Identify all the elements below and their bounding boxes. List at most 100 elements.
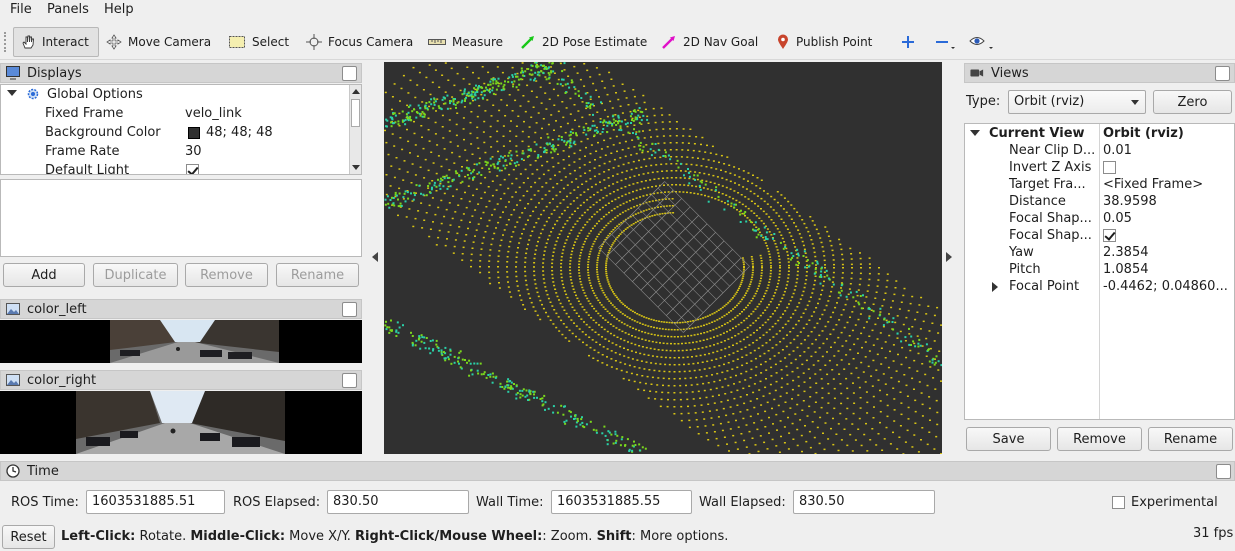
default-light-checkbox[interactable] (186, 164, 199, 174)
expand-arrow-icon[interactable] (7, 90, 17, 96)
property-value[interactable]: 38.9598 (1103, 194, 1157, 209)
duplicate-display-button[interactable]: Duplicate (93, 263, 178, 287)
property-value[interactable]: 48; 48; 48 (206, 125, 273, 140)
point (600, 304, 603, 306)
point (544, 194, 547, 196)
render-viewport[interactable] (384, 62, 942, 454)
remove-tool-button[interactable] (929, 27, 963, 57)
point (675, 170, 678, 172)
publish-point-button[interactable]: Publish Point (770, 27, 878, 57)
point (817, 360, 820, 362)
time-float-checkbox[interactable] (1216, 464, 1231, 479)
point (703, 353, 706, 356)
default-light-row[interactable]: Default Light (1, 161, 351, 174)
nav-goal-button[interactable]: 2D Nav Goal (655, 27, 764, 57)
focal-shape-checkbox[interactable] (1103, 229, 1116, 242)
property-value[interactable]: <Fixed Frame> (1103, 177, 1203, 192)
invert-z-checkbox[interactable] (1103, 161, 1116, 174)
add-display-button[interactable]: Add (3, 263, 85, 287)
fixed-frame-row[interactable]: Fixed Frame velo_link (1, 104, 351, 123)
property-value[interactable]: velo_link (185, 106, 242, 121)
menu-file[interactable]: File (10, 2, 32, 17)
expand-arrow-icon[interactable] (970, 130, 980, 136)
point (641, 330, 644, 333)
move-camera-button[interactable]: Move Camera (100, 27, 217, 57)
property-value[interactable]: 1.0854 (1103, 262, 1149, 277)
point (533, 270, 536, 272)
point (562, 323, 565, 325)
property-value[interactable]: 30 (185, 144, 202, 159)
rename-display-button[interactable]: Rename (276, 263, 359, 287)
point (920, 296, 923, 299)
property-value[interactable]: 0.01 (1103, 143, 1132, 158)
save-view-button[interactable]: Save (966, 427, 1051, 451)
point (429, 340, 432, 342)
point (740, 209, 742, 212)
color-left-float-checkbox[interactable] (342, 302, 357, 317)
point (447, 181, 450, 184)
views-float-checkbox[interactable] (1215, 66, 1230, 81)
measure-button[interactable]: Measure (422, 27, 509, 57)
point (633, 146, 636, 148)
point (647, 122, 650, 124)
point (705, 166, 708, 168)
focus-camera-button[interactable]: Focus Camera (300, 27, 419, 57)
frame-rate-row[interactable]: Frame Rate 30 (1, 142, 351, 161)
displays-float-checkbox[interactable] (342, 66, 357, 81)
point (903, 287, 906, 290)
displays-scrollbar[interactable] (349, 85, 361, 174)
experimental-checkbox[interactable] (1112, 496, 1125, 509)
wall-elapsed-field[interactable]: 830.50 (793, 490, 935, 514)
background-color-row[interactable]: Background Color 48; 48; 48 (1, 123, 351, 142)
color-swatch[interactable] (188, 127, 200, 139)
remove-display-button[interactable]: Remove (185, 263, 268, 287)
wall-time-field[interactable]: 1603531885.55 (551, 490, 692, 514)
view-tool-button[interactable] (963, 27, 1001, 57)
point (552, 281, 555, 283)
menu-help[interactable]: Help (104, 2, 134, 17)
view-type-select[interactable]: Orbit (rviz) (1008, 90, 1146, 114)
ros-time-field[interactable]: 1603531885.51 (86, 490, 225, 514)
scroll-up-icon[interactable] (352, 89, 360, 94)
point (602, 317, 604, 319)
point (840, 331, 843, 334)
point (520, 71, 522, 74)
point-cloud[interactable] (384, 62, 942, 454)
color-right-float-checkbox[interactable] (342, 373, 357, 388)
point (633, 95, 636, 98)
pose-estimate-button[interactable]: 2D Pose Estimate (514, 27, 653, 57)
point (746, 394, 748, 396)
property-value[interactable]: 0.05 (1103, 211, 1132, 226)
property-value[interactable]: 2.3854 (1103, 245, 1149, 260)
point (535, 80, 538, 82)
point (788, 432, 791, 434)
add-tool-button[interactable] (895, 27, 921, 57)
point (420, 334, 423, 337)
collapse-right-icon[interactable] (946, 252, 952, 262)
select-button[interactable]: Select (222, 27, 295, 57)
point (410, 331, 412, 334)
point (573, 152, 576, 155)
point (755, 339, 758, 341)
point (645, 144, 648, 146)
rename-view-button[interactable]: Rename (1148, 427, 1233, 451)
point (643, 158, 646, 161)
point (499, 198, 502, 200)
remove-view-button[interactable]: Remove (1057, 427, 1142, 451)
point (675, 121, 678, 123)
point (491, 372, 494, 375)
ros-elapsed-field[interactable]: 830.50 (327, 490, 469, 514)
reset-button[interactable]: Reset (2, 525, 55, 549)
collapse-left-icon[interactable] (372, 252, 378, 262)
point (694, 412, 697, 414)
menu-panels[interactable]: Panels (47, 2, 89, 17)
scroll-down-icon[interactable] (352, 165, 360, 170)
property-value[interactable]: -0.4462; 0.04860... (1103, 279, 1228, 294)
toolbar-grip[interactable] (4, 32, 8, 52)
expand-arrow-icon[interactable] (992, 282, 998, 292)
focal-point-row[interactable]: Focal Point -0.4462; 0.04860... (965, 277, 1234, 296)
point (581, 306, 584, 308)
zero-button[interactable]: Zero (1153, 90, 1232, 114)
interact-button[interactable]: Interact (13, 27, 99, 57)
scroll-thumb[interactable] (351, 99, 360, 127)
